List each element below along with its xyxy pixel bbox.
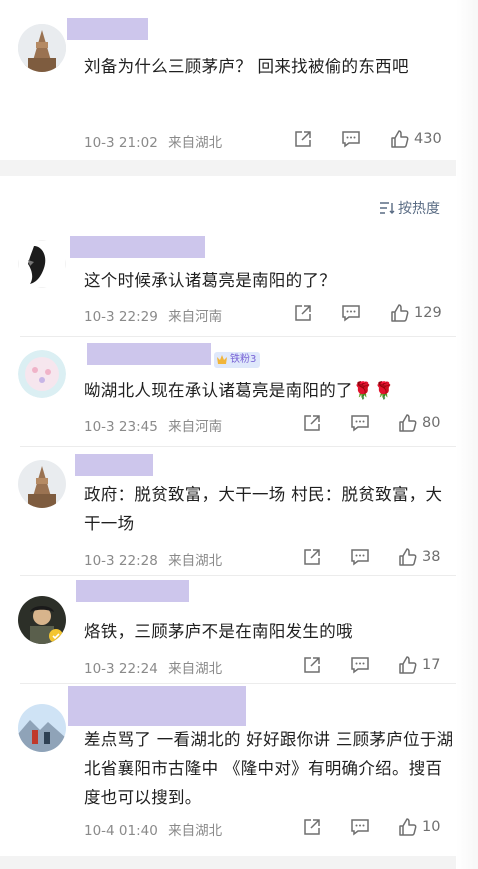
- avatar-image: [18, 704, 66, 752]
- share-icon: [304, 657, 320, 673]
- comment-card-top: 刘备为什么三顾茅庐？ 回来找被偷的东西吧 10-3 21:02 来自湖北 430: [0, 0, 478, 160]
- sort-label: 按热度: [398, 201, 440, 217]
- avatar[interactable]: [18, 24, 66, 72]
- avatar[interactable]: [18, 460, 66, 508]
- comment-text: 差点骂了 一看湖北的 好好跟你讲 三顾茅庐位于湖北省襄阳市古隆中 《隆中对》有明…: [84, 730, 454, 807]
- share-button[interactable]: [302, 413, 322, 433]
- comment-actions: 129: [0, 303, 478, 325]
- comment-text: 刘备为什么三顾茅庐？ 回来找被偷的东西吧: [84, 57, 409, 76]
- thumbs-up-icon: [391, 130, 409, 148]
- reply-button[interactable]: [350, 817, 370, 837]
- like-button[interactable]: 430: [390, 129, 442, 149]
- comment-text: 这个时候承认诸葛亮是南阳的了？: [84, 271, 336, 290]
- like-count: 80: [422, 415, 441, 431]
- share-icon: [304, 549, 320, 565]
- comment-icon: [351, 549, 369, 566]
- share-button[interactable]: [302, 817, 322, 837]
- avatar-image: [18, 240, 66, 288]
- share-icon: [304, 819, 320, 835]
- comment-icon: [351, 657, 369, 674]
- bottom-separator: [0, 856, 478, 869]
- reply-button[interactable]: [350, 413, 370, 433]
- fan-badge: 铁粉3: [214, 352, 261, 368]
- avatar[interactable]: [18, 240, 66, 288]
- share-button[interactable]: [302, 655, 322, 675]
- comment-text: 呦湖北人现在承认诸葛亮是南阳的了🌹🌹: [84, 381, 395, 400]
- username-redacted: [75, 454, 153, 476]
- thumbs-up-icon: [399, 818, 417, 836]
- avatar[interactable]: [18, 596, 66, 644]
- divider: [20, 336, 458, 337]
- username-redacted: [87, 343, 211, 365]
- thumbs-up-icon: [399, 548, 417, 566]
- username-redacted: [67, 18, 148, 40]
- like-button[interactable]: 38: [398, 547, 440, 567]
- divider: [20, 683, 458, 684]
- avatar-image: [18, 350, 66, 398]
- share-button[interactable]: [302, 547, 322, 567]
- comment-text: 烙铁，三顾茅庐不是在南阳发生的哦: [84, 622, 353, 641]
- like-count: 430: [414, 131, 442, 147]
- comment-actions: 430: [0, 129, 478, 151]
- comment-icon: [342, 131, 360, 148]
- comment-actions: 80: [0, 413, 478, 435]
- share-icon: [304, 415, 320, 431]
- divider: [20, 575, 458, 576]
- temple-avatar-image: [18, 24, 66, 72]
- comment-actions: 10: [0, 817, 478, 839]
- section-separator: [0, 160, 478, 176]
- share-icon: [295, 131, 311, 147]
- comment-icon: [351, 819, 369, 836]
- comment-text: 政府：脱贫致富，大干一场 村民：脱贫致富，大干一场: [84, 485, 443, 533]
- badge-label: 铁粉3: [230, 354, 257, 365]
- comment-icon: [351, 415, 369, 432]
- like-button[interactable]: 17: [398, 655, 440, 675]
- comment-actions: 38: [0, 547, 478, 569]
- comment-icon: [342, 305, 360, 322]
- username-redacted: [76, 580, 189, 602]
- sort-by-hot-button[interactable]: 按热度: [379, 198, 440, 218]
- avatar-image: [18, 596, 66, 644]
- username-redacted: [70, 236, 205, 258]
- like-button[interactable]: 10: [398, 817, 440, 837]
- share-button[interactable]: [293, 129, 313, 149]
- scroll-edge: [456, 0, 478, 869]
- like-button[interactable]: 129: [390, 303, 442, 323]
- username-redacted: [68, 686, 246, 726]
- like-count: 10: [422, 819, 441, 835]
- like-count: 38: [422, 549, 441, 565]
- share-icon: [295, 305, 311, 321]
- reply-button[interactable]: [341, 129, 361, 149]
- thumbs-up-icon: [399, 414, 417, 432]
- thumbs-up-icon: [391, 304, 409, 322]
- sort-icon: [380, 202, 395, 214]
- reply-button[interactable]: [350, 655, 370, 675]
- avatar[interactable]: [18, 704, 66, 752]
- crown-icon: [217, 355, 227, 364]
- reply-button[interactable]: [350, 547, 370, 567]
- thumbs-up-icon: [399, 656, 417, 674]
- temple-avatar-image: [18, 460, 66, 508]
- reply-button[interactable]: [341, 303, 361, 323]
- divider: [20, 446, 458, 447]
- like-count: 129: [414, 305, 442, 321]
- like-count: 17: [422, 657, 441, 673]
- share-button[interactable]: [293, 303, 313, 323]
- like-button[interactable]: 80: [398, 413, 440, 433]
- comment-actions: 17: [0, 655, 478, 677]
- avatar[interactable]: [18, 350, 66, 398]
